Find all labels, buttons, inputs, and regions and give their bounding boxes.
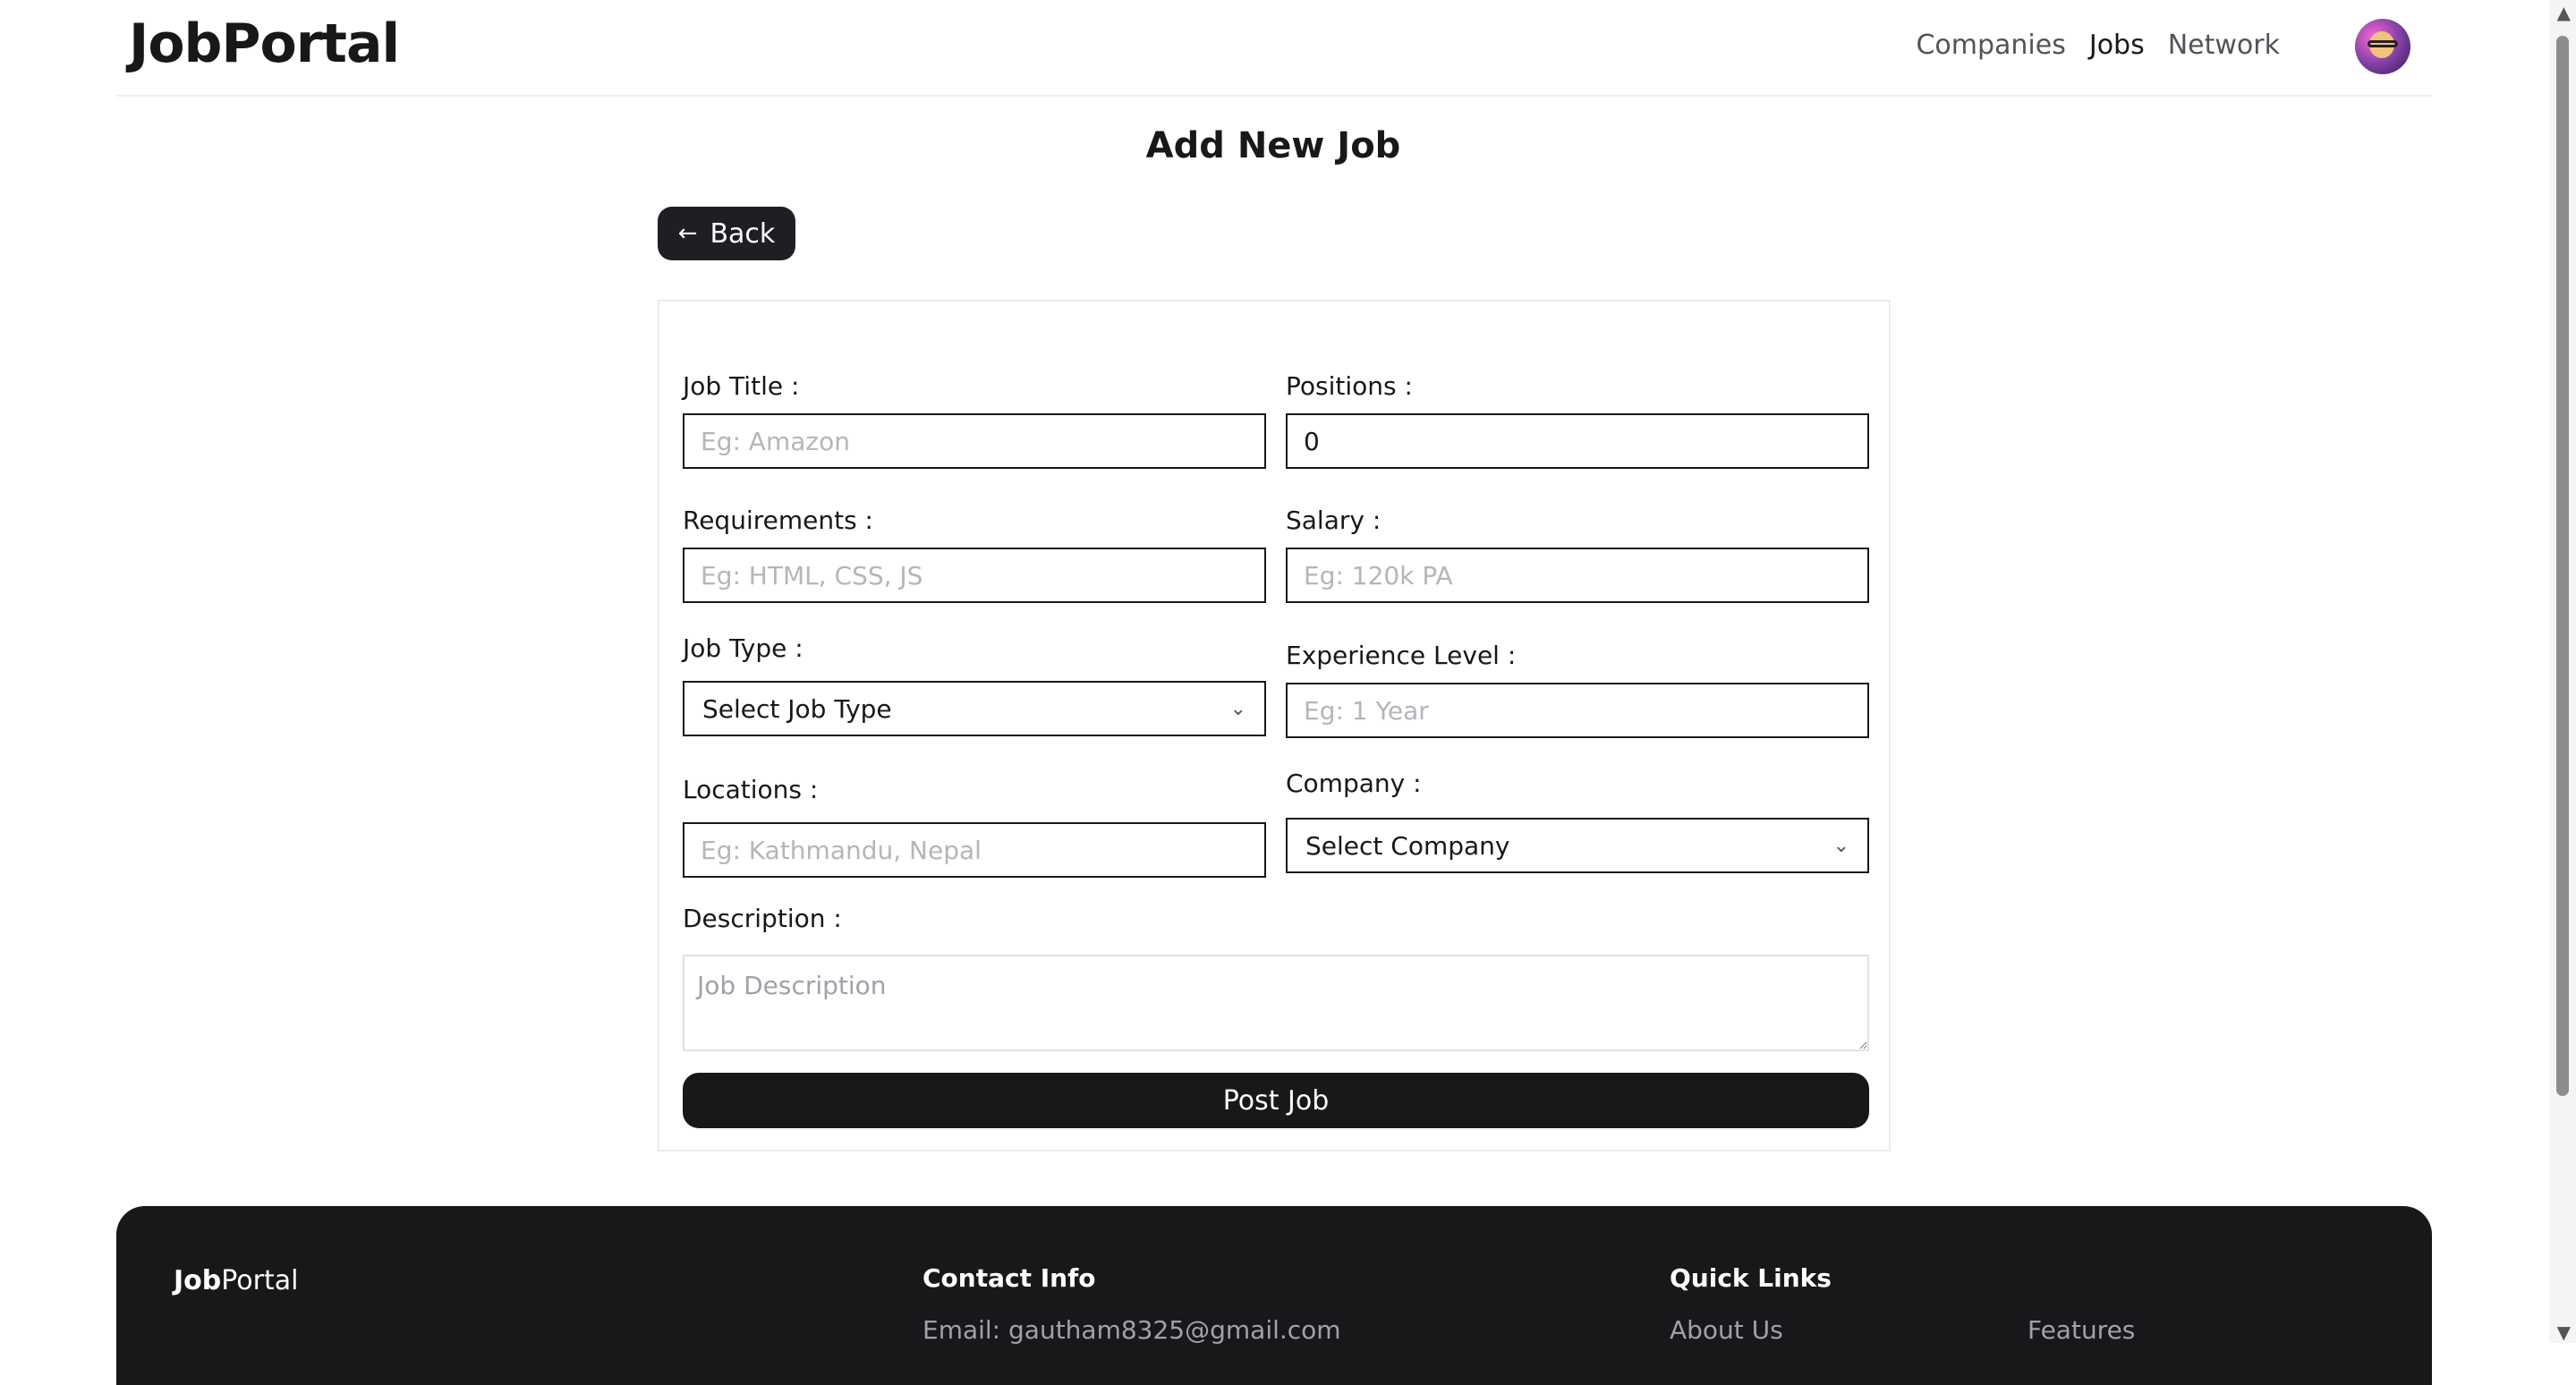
experience-input[interactable] <box>1286 683 1869 738</box>
scroll-up-icon[interactable]: ▲ <box>2557 2 2571 23</box>
nav-link-jobs[interactable]: Jobs <box>2089 30 2145 61</box>
back-button[interactable]: ← Back <box>658 207 795 260</box>
scroll-down-icon[interactable]: ▼ <box>2557 1321 2571 1343</box>
field-job-title: Job Title : <box>683 371 1266 469</box>
back-button-label: Back <box>710 217 776 250</box>
footer-link-about[interactable]: About Us <box>1670 1315 1783 1345</box>
job-type-label: Job Type : <box>683 633 803 663</box>
footer-logo-bold: Job <box>174 1265 222 1296</box>
field-salary: Salary : <box>1286 506 1869 603</box>
company-label: Company : <box>1286 769 1422 798</box>
positions-input[interactable] <box>1286 413 1869 469</box>
scroll-thumb[interactable] <box>2556 36 2569 1096</box>
job-type-select[interactable]: Select Job Type ⌄ <box>683 681 1266 736</box>
job-title-input[interactable] <box>683 413 1266 469</box>
footer-contact-email[interactable]: Email: gautham8325@gmail.com <box>922 1315 1341 1345</box>
footer-logo-rest: Portal <box>221 1265 299 1296</box>
nav-link-network[interactable]: Network <box>2168 30 2280 61</box>
field-requirements: Requirements : <box>683 506 1266 603</box>
experience-label: Experience Level : <box>1286 641 1517 670</box>
requirements-input[interactable] <box>683 548 1266 603</box>
field-experience: Experience Level : <box>1286 641 1869 738</box>
navbar: JobPortal Companies Jobs Network <box>116 0 2432 97</box>
locations-input[interactable] <box>683 822 1266 878</box>
field-job-type: Job Type : Select Job Type ⌄ <box>683 633 1266 736</box>
requirements-label: Requirements : <box>683 506 873 535</box>
job-title-label: Job Title : <box>683 371 800 401</box>
job-form: Job Title : Positions : Requirements : S… <box>658 300 1891 1151</box>
scrollbar[interactable]: ▲ ▼ <box>2549 0 2576 1343</box>
chevron-down-icon: ⌄ <box>1832 834 1849 857</box>
salary-input[interactable] <box>1286 548 1869 603</box>
nav-link-companies[interactable]: Companies <box>1916 30 2065 61</box>
chevron-down-icon: ⌄ <box>1229 697 1246 720</box>
field-company: Company : Select Company ⌄ <box>1286 769 1869 873</box>
positions-label: Positions : <box>1286 371 1413 401</box>
arrow-left-icon: ← <box>677 220 698 247</box>
company-selected: Select Company <box>1305 830 1510 861</box>
footer: JobPortal Contact Info Email: gautham832… <box>116 1206 2432 1385</box>
footer-links-title: Quick Links <box>1670 1263 1832 1293</box>
description-textarea[interactable] <box>683 955 1869 1051</box>
salary-label: Salary : <box>1286 506 1382 535</box>
logo[interactable]: JobPortal <box>129 13 400 75</box>
avatar[interactable] <box>2355 19 2410 74</box>
locations-label: Locations : <box>683 775 819 804</box>
nav-links: Companies Jobs Network <box>1916 30 2280 61</box>
field-positions: Positions : <box>1286 371 1869 469</box>
field-locations: Locations : <box>683 775 1266 878</box>
description-label: Description : <box>683 904 842 933</box>
field-description: Description : <box>683 904 1869 1051</box>
avatar-glasses <box>2368 40 2398 47</box>
company-select[interactable]: Select Company ⌄ <box>1286 818 1869 873</box>
page-title: Add New Job <box>1145 125 1401 166</box>
footer-logo[interactable]: JobPortal <box>174 1265 298 1296</box>
job-type-selected: Select Job Type <box>702 693 892 724</box>
footer-contact-title: Contact Info <box>922 1263 1096 1293</box>
post-job-button[interactable]: Post Job <box>683 1073 1869 1128</box>
footer-link-features[interactable]: Features <box>2028 1315 2135 1345</box>
